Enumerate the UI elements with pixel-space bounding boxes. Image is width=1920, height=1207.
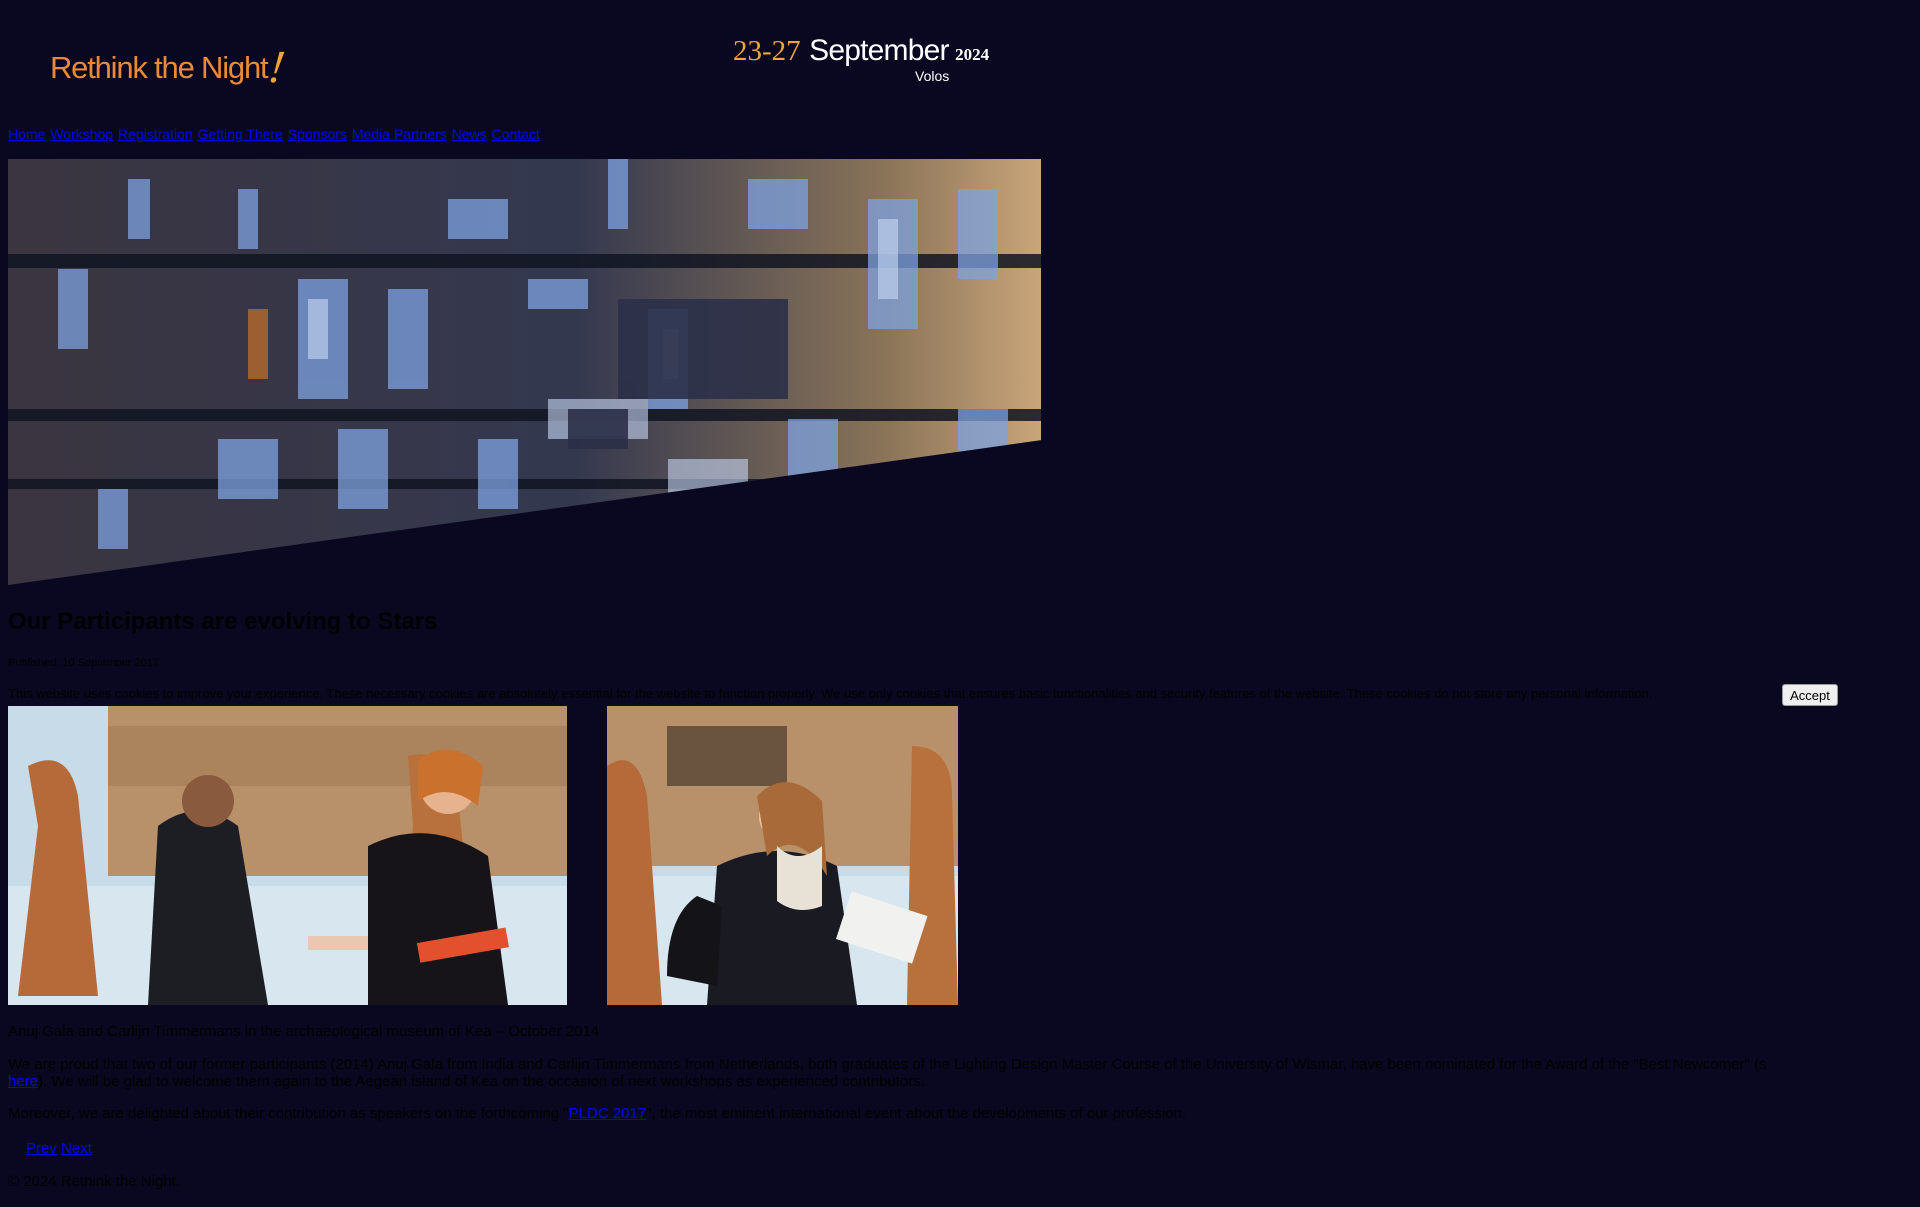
date-range: 23-27 <box>733 35 801 67</box>
main-nav: Home Workshop Registration Getting There… <box>8 126 541 142</box>
nav-item-contact[interactable]: Contact <box>492 126 540 142</box>
nav-item-workshop[interactable]: Workshop <box>50 126 113 142</box>
published-date: Published: 10 September 2017 <box>8 657 160 669</box>
photo-caption: Anuj Gala and Carlijn Timmermans in the … <box>8 1023 600 1040</box>
nav-item-registration[interactable]: Registration <box>118 126 193 142</box>
pagination: Prev Next <box>26 1140 92 1157</box>
paragraph-1-text-end: ). We will be glad to welcome them again… <box>38 1073 925 1090</box>
photo-handshake <box>8 706 567 1005</box>
paragraph-2-text-start: Moreover, we are delighted about their c… <box>8 1105 569 1122</box>
photo-woman-with-certificate <box>607 706 958 1005</box>
nav-item-media-partners[interactable]: Media Partners <box>352 126 447 142</box>
paragraph-2-text-end: ", the most eminent international event … <box>646 1105 1187 1122</box>
logo-text: Rethink the Night <box>50 50 269 85</box>
photo-handshake-illustration <box>8 706 567 1005</box>
article-paragraph-2: Moreover, we are delighted about their c… <box>8 1105 1888 1122</box>
cookie-notice-text: This website uses cookies to improve you… <box>8 686 1653 701</box>
date-month: September <box>809 34 949 67</box>
next-link[interactable]: Next <box>61 1140 92 1157</box>
article-paragraph-1: We are proud that two of our former part… <box>8 1056 1888 1090</box>
site-logo[interactable]: Rethink the Night! <box>50 36 287 92</box>
hero-facade-illustration <box>8 159 1041 585</box>
date-year: 2024 <box>955 45 990 64</box>
prev-link[interactable]: Prev <box>26 1140 57 1157</box>
nav-item-news[interactable]: News <box>452 126 487 142</box>
here-link[interactable]: here <box>8 1073 38 1090</box>
event-city: Volos <box>915 68 950 84</box>
pldc-2017-link[interactable]: PLDC 2017 <box>569 1105 647 1122</box>
nav-item-home[interactable]: Home <box>8 126 45 142</box>
nav-item-getting-there[interactable]: Getting There <box>198 126 283 142</box>
photo-woman-illustration <box>607 706 958 1005</box>
cookie-accept-button[interactable]: Accept <box>1782 684 1838 706</box>
paragraph-1-text-start: We are proud that two of our former part… <box>8 1056 1767 1073</box>
page: Rethink the Night! 23-27 September 2024 … <box>0 0 1920 1207</box>
footer-copyright: © 2024 Rethink the Night. <box>8 1173 180 1190</box>
nav-item-sponsors[interactable]: Sponsors <box>288 126 347 142</box>
event-dates: 23-27 September 2024 Volos <box>733 34 990 84</box>
hero-image <box>8 159 1041 585</box>
logo-exclamation-mark: ! <box>265 41 288 92</box>
article-title: Our Participants are evolving to Stars <box>8 608 438 635</box>
